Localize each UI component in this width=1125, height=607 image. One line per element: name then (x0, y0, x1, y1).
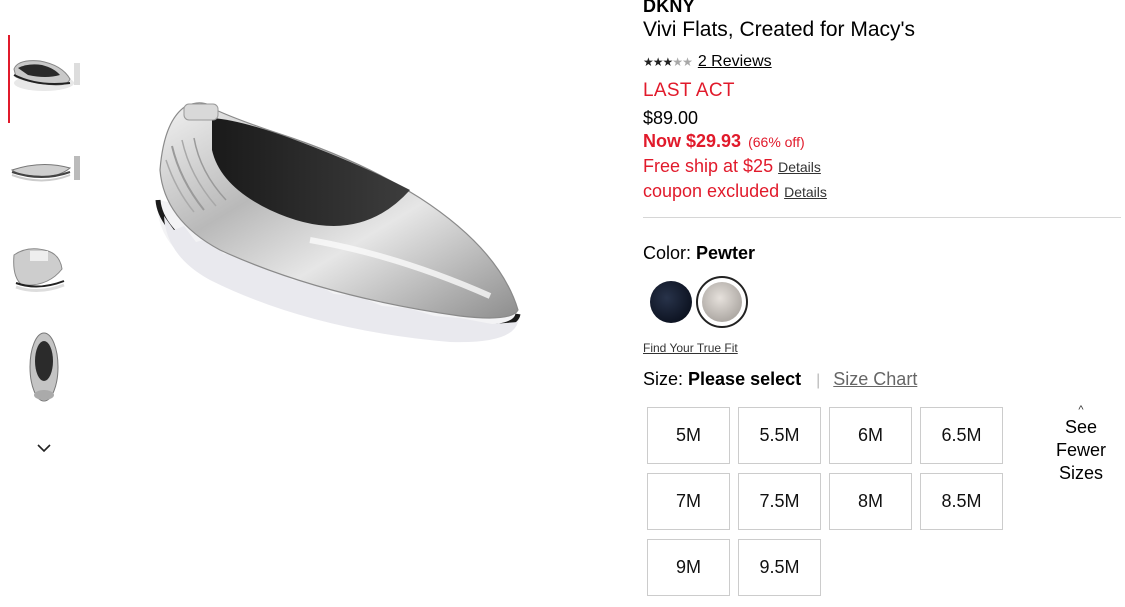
see-fewer-sizes-label: See Fewer Sizes (1055, 417, 1106, 483)
original-price: $89.00 (643, 108, 699, 128)
thumbnail-1[interactable] (8, 35, 80, 115)
true-fit-link[interactable]: Find Your True Fit (643, 341, 738, 355)
sale-price: Now $29.93 (66% off) (643, 131, 805, 152)
size-label: Size: (643, 369, 684, 389)
see-fewer-sizes-button[interactable]: ^ See Fewer Sizes (1055, 404, 1107, 485)
size-option-6m[interactable]: 6M (829, 407, 912, 464)
star-icon: ★ (672, 55, 683, 69)
thumbnail-3[interactable] (8, 225, 80, 305)
coupon-promo: coupon excluded Details (643, 181, 827, 202)
star-rating: ★★★★★ (643, 55, 693, 69)
star-icon: ★ (643, 55, 654, 69)
selected-color: Pewter (696, 243, 756, 263)
chevron-up-icon: ^ (1078, 404, 1084, 416)
size-option-9m[interactable]: 9M (647, 539, 730, 596)
coupon-details-link[interactable]: Details (784, 184, 827, 200)
color-swatch-black[interactable] (645, 276, 697, 328)
size-row: Size: Please select | Size Chart (643, 369, 917, 390)
swatch-fill (702, 282, 742, 322)
size-option-7m[interactable]: 7M (647, 473, 730, 530)
thumbnail-2[interactable] (8, 130, 80, 210)
free-ship-details-link[interactable]: Details (778, 159, 821, 175)
thumbnail-4[interactable] (8, 325, 80, 405)
color-label: Color: Pewter (643, 243, 755, 264)
size-option-7-5m[interactable]: 7.5M (738, 473, 821, 530)
free-ship-text: Free ship at $25 (643, 156, 774, 176)
promo-badge: LAST ACT (643, 80, 735, 101)
size-option-5m[interactable]: 5M (647, 407, 730, 464)
brand-name[interactable]: DKNY (643, 0, 695, 17)
free-ship-promo: Free ship at $25 Details (643, 156, 821, 177)
product-title: Vivi Flats, Created for Macy's (643, 18, 916, 41)
star-icon: ★ (652, 55, 664, 69)
size-selection: Please select (688, 369, 802, 389)
star-icon: ★ (662, 55, 674, 69)
color-swatch-pewter[interactable] (696, 276, 748, 328)
divider (643, 217, 1121, 218)
size-option-5-5m[interactable]: 5.5M (738, 407, 821, 464)
chevron-down-icon[interactable] (34, 438, 54, 458)
coupon-text: coupon excluded (643, 181, 780, 201)
separator: | (816, 372, 821, 389)
size-option-8m[interactable]: 8M (829, 473, 912, 530)
rating-row: ★★★★★ 2 Reviews (643, 53, 772, 71)
shoe-thumbnail-image (29, 332, 59, 402)
shoe-thumbnail-image (13, 248, 65, 292)
size-option-6-5m[interactable]: 6.5M (920, 407, 1003, 464)
shoe-thumbnail-image (10, 156, 80, 182)
main-product-image[interactable] (120, 60, 580, 460)
shoe-thumbnail-image (13, 60, 80, 91)
shoe-image (155, 102, 521, 343)
percent-off: (66% off) (748, 134, 805, 150)
color-label-text: Color: (643, 243, 692, 263)
sale-price-value: Now $29.93 (643, 131, 742, 151)
reviews-link[interactable]: 2 Reviews (698, 53, 772, 71)
size-option-9-5m[interactable]: 9.5M (738, 539, 821, 596)
size-chart-link[interactable]: Size Chart (833, 369, 917, 390)
size-option-8-5m[interactable]: 8.5M (920, 473, 1003, 530)
star-icon: ★ (682, 55, 693, 69)
swatch-fill (650, 281, 692, 323)
